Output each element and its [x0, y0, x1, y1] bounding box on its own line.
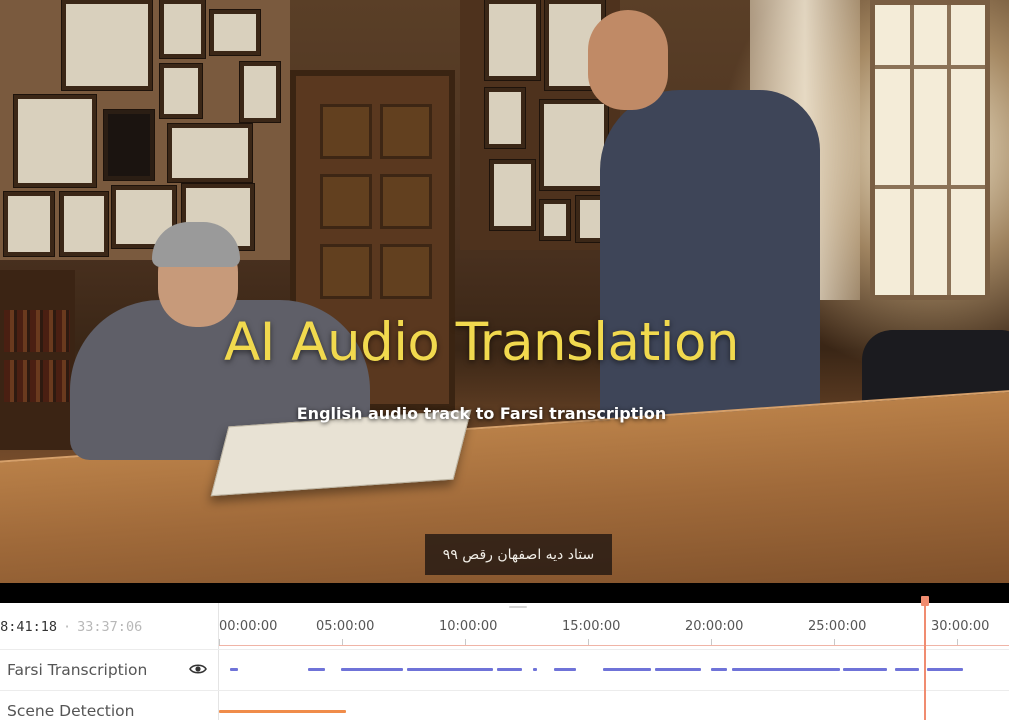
wall-frame	[160, 0, 205, 58]
ruler-baseline	[219, 645, 1009, 646]
ruler-label: 00:00:00	[219, 619, 278, 634]
wall-frame	[160, 64, 202, 118]
video-title: AI Audio Translation	[223, 312, 740, 373]
wall-frame	[540, 200, 570, 240]
time-readout: 28:41:18 · 33:37:06	[0, 617, 142, 637]
video-subtitle: English audio track to Farsi transcripti…	[296, 404, 667, 423]
farsi-transcription-track[interactable]	[219, 649, 1009, 689]
playhead-handle[interactable]	[921, 596, 929, 606]
playhead[interactable]	[921, 596, 929, 720]
total-duration: 33:37:06	[77, 619, 143, 635]
wall-frame	[540, 100, 608, 190]
transcription-segment[interactable]	[554, 668, 576, 671]
wall-frame	[4, 192, 54, 256]
eye-icon[interactable]	[189, 662, 207, 676]
ruler-label: 30:00:00	[931, 619, 990, 634]
wall-frame	[168, 124, 252, 182]
transcription-segment[interactable]	[308, 668, 325, 671]
wall-frame	[104, 110, 154, 180]
transcription-segment[interactable]	[843, 668, 887, 671]
track-label: Scene Detection	[7, 701, 135, 720]
ruler-label: 25:00:00	[808, 619, 867, 634]
wall-frame	[485, 88, 525, 148]
window	[870, 0, 990, 300]
transcription-segment[interactable]	[732, 668, 840, 671]
current-time: 28:41:18	[0, 619, 58, 635]
wall-frame	[485, 0, 540, 80]
transcription-segment[interactable]	[497, 668, 522, 671]
transcription-segment[interactable]	[533, 668, 537, 671]
ruler-label: 05:00:00	[316, 619, 375, 634]
time-ruler[interactable]: 00:00:00 05:00:00 10:00:00 15:00:00 20:0…	[219, 603, 1009, 645]
ruler-label: 15:00:00	[562, 619, 621, 634]
transcription-segment[interactable]	[711, 668, 727, 671]
time-separator: ·	[63, 619, 72, 635]
video-player[interactable]: AI Audio Translation English audio track…	[0, 0, 1009, 583]
timeline-panel: 28:41:18 · 33:37:06 Farsi Transcription …	[0, 596, 1009, 720]
ruler-label: 20:00:00	[685, 619, 744, 634]
track-row-farsi-transcription[interactable]: Farsi Transcription	[0, 649, 219, 689]
scene-detection-track[interactable]	[219, 690, 1009, 720]
track-row-scene-detection[interactable]: Scene Detection	[0, 690, 219, 720]
subtitle-caption: ستاد دیه اصفهان رقص ۹۹	[425, 534, 612, 575]
transcription-segment[interactable]	[603, 668, 651, 671]
scene-segment[interactable]	[219, 710, 346, 713]
track-labels-column: 28:41:18 · 33:37:06 Farsi Transcription …	[0, 603, 219, 720]
wall-frame	[490, 160, 535, 230]
standing-man-head	[588, 10, 668, 110]
wall-frame	[240, 62, 280, 122]
transcription-segment[interactable]	[407, 668, 493, 671]
transcription-segment[interactable]	[655, 668, 701, 671]
transcription-segment[interactable]	[230, 668, 238, 671]
wall-frame	[62, 0, 152, 90]
timeline-area[interactable]: 00:00:00 05:00:00 10:00:00 15:00:00 20:0…	[219, 596, 1009, 720]
wall-frame	[14, 95, 96, 187]
transcription-segment[interactable]	[895, 668, 919, 671]
transcription-segment[interactable]	[341, 668, 403, 671]
wall-frame	[60, 192, 108, 256]
ruler-label: 10:00:00	[439, 619, 498, 634]
track-label: Farsi Transcription	[7, 660, 148, 679]
transcription-segment[interactable]	[927, 668, 963, 671]
wall-frame	[210, 10, 260, 55]
